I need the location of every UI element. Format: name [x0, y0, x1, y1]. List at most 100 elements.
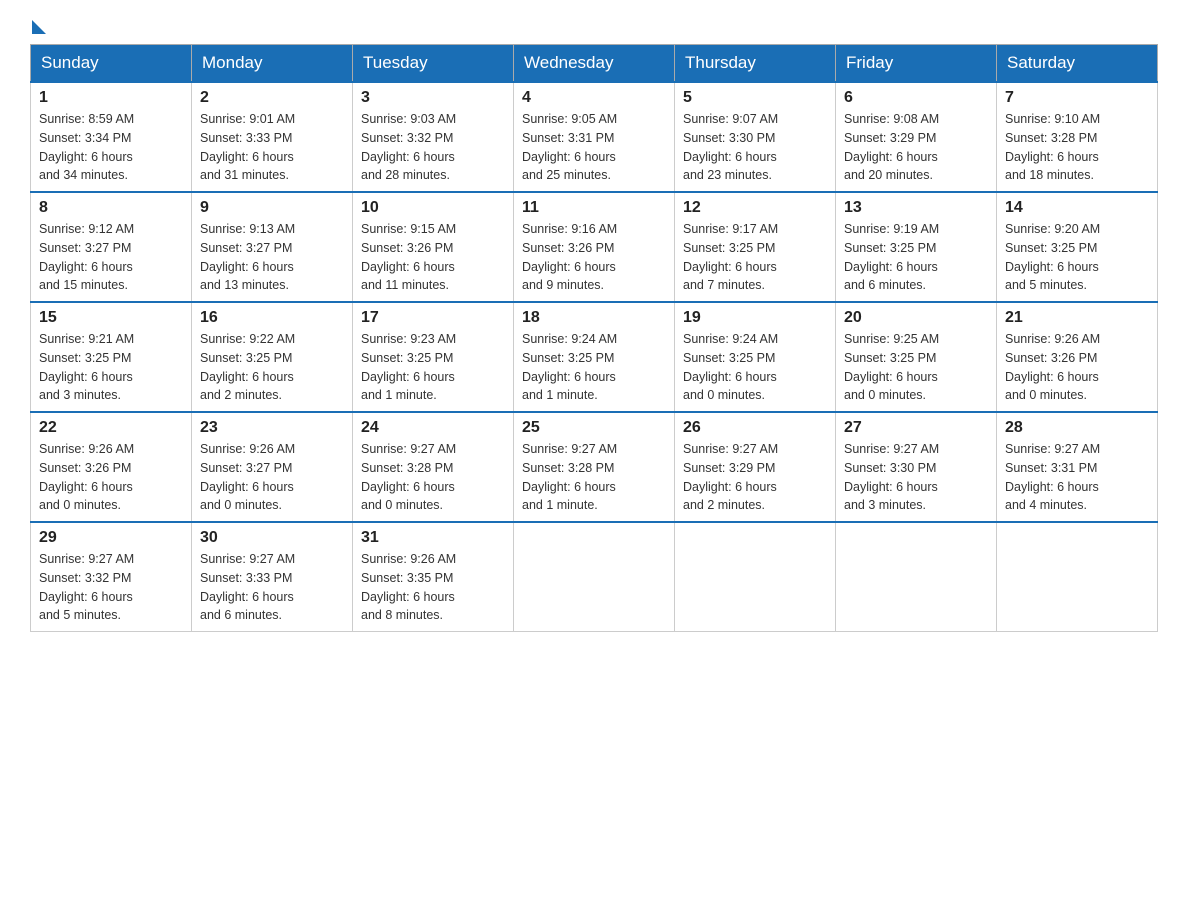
day-info: Sunrise: 9:24 AMSunset: 3:25 PMDaylight:…: [683, 330, 827, 405]
table-row: 1 Sunrise: 8:59 AMSunset: 3:34 PMDayligh…: [31, 82, 192, 192]
day-number: 9: [200, 199, 344, 217]
calendar-table: Sunday Monday Tuesday Wednesday Thursday…: [30, 44, 1158, 632]
day-number: 5: [683, 89, 827, 107]
table-row: 2 Sunrise: 9:01 AMSunset: 3:33 PMDayligh…: [192, 82, 353, 192]
day-number: 7: [1005, 89, 1149, 107]
day-number: 14: [1005, 199, 1149, 217]
calendar-week-row: 29 Sunrise: 9:27 AMSunset: 3:32 PMDaylig…: [31, 522, 1158, 632]
table-row: 12 Sunrise: 9:17 AMSunset: 3:25 PMDaylig…: [675, 192, 836, 302]
header-monday: Monday: [192, 45, 353, 83]
day-info: Sunrise: 9:22 AMSunset: 3:25 PMDaylight:…: [200, 330, 344, 405]
day-info: Sunrise: 9:21 AMSunset: 3:25 PMDaylight:…: [39, 330, 183, 405]
day-number: 12: [683, 199, 827, 217]
day-number: 31: [361, 529, 505, 547]
table-row: 30 Sunrise: 9:27 AMSunset: 3:33 PMDaylig…: [192, 522, 353, 632]
day-info: Sunrise: 9:26 AMSunset: 3:26 PMDaylight:…: [39, 440, 183, 515]
day-info: Sunrise: 9:27 AMSunset: 3:31 PMDaylight:…: [1005, 440, 1149, 515]
table-row: [514, 522, 675, 632]
day-info: Sunrise: 8:59 AMSunset: 3:34 PMDaylight:…: [39, 110, 183, 185]
header-friday: Friday: [836, 45, 997, 83]
logo-triangle-icon: [32, 20, 46, 34]
day-info: Sunrise: 9:27 AMSunset: 3:32 PMDaylight:…: [39, 550, 183, 625]
day-number: 24: [361, 419, 505, 437]
table-row: 4 Sunrise: 9:05 AMSunset: 3:31 PMDayligh…: [514, 82, 675, 192]
table-row: 28 Sunrise: 9:27 AMSunset: 3:31 PMDaylig…: [997, 412, 1158, 522]
day-number: 20: [844, 309, 988, 327]
day-info: Sunrise: 9:05 AMSunset: 3:31 PMDaylight:…: [522, 110, 666, 185]
header-sunday: Sunday: [31, 45, 192, 83]
day-number: 4: [522, 89, 666, 107]
table-row: 22 Sunrise: 9:26 AMSunset: 3:26 PMDaylig…: [31, 412, 192, 522]
day-info: Sunrise: 9:19 AMSunset: 3:25 PMDaylight:…: [844, 220, 988, 295]
day-info: Sunrise: 9:24 AMSunset: 3:25 PMDaylight:…: [522, 330, 666, 405]
table-row: 31 Sunrise: 9:26 AMSunset: 3:35 PMDaylig…: [353, 522, 514, 632]
day-number: 1: [39, 89, 183, 107]
day-number: 3: [361, 89, 505, 107]
day-number: 30: [200, 529, 344, 547]
day-info: Sunrise: 9:26 AMSunset: 3:26 PMDaylight:…: [1005, 330, 1149, 405]
table-row: 10 Sunrise: 9:15 AMSunset: 3:26 PMDaylig…: [353, 192, 514, 302]
table-row: 24 Sunrise: 9:27 AMSunset: 3:28 PMDaylig…: [353, 412, 514, 522]
day-number: 26: [683, 419, 827, 437]
day-info: Sunrise: 9:10 AMSunset: 3:28 PMDaylight:…: [1005, 110, 1149, 185]
day-number: 19: [683, 309, 827, 327]
header-thursday: Thursday: [675, 45, 836, 83]
day-info: Sunrise: 9:07 AMSunset: 3:30 PMDaylight:…: [683, 110, 827, 185]
day-number: 23: [200, 419, 344, 437]
day-info: Sunrise: 9:27 AMSunset: 3:33 PMDaylight:…: [200, 550, 344, 625]
day-number: 6: [844, 89, 988, 107]
day-number: 10: [361, 199, 505, 217]
day-info: Sunrise: 9:27 AMSunset: 3:29 PMDaylight:…: [683, 440, 827, 515]
day-number: 2: [200, 89, 344, 107]
page-header: [30, 20, 1158, 34]
day-number: 22: [39, 419, 183, 437]
table-row: [997, 522, 1158, 632]
table-row: 11 Sunrise: 9:16 AMSunset: 3:26 PMDaylig…: [514, 192, 675, 302]
table-row: [836, 522, 997, 632]
calendar-week-row: 8 Sunrise: 9:12 AMSunset: 3:27 PMDayligh…: [31, 192, 1158, 302]
day-info: Sunrise: 9:12 AMSunset: 3:27 PMDaylight:…: [39, 220, 183, 295]
table-row: 19 Sunrise: 9:24 AMSunset: 3:25 PMDaylig…: [675, 302, 836, 412]
day-number: 15: [39, 309, 183, 327]
day-info: Sunrise: 9:03 AMSunset: 3:32 PMDaylight:…: [361, 110, 505, 185]
table-row: 9 Sunrise: 9:13 AMSunset: 3:27 PMDayligh…: [192, 192, 353, 302]
table-row: 6 Sunrise: 9:08 AMSunset: 3:29 PMDayligh…: [836, 82, 997, 192]
day-number: 17: [361, 309, 505, 327]
calendar-week-row: 1 Sunrise: 8:59 AMSunset: 3:34 PMDayligh…: [31, 82, 1158, 192]
table-row: [675, 522, 836, 632]
day-number: 11: [522, 199, 666, 217]
table-row: 15 Sunrise: 9:21 AMSunset: 3:25 PMDaylig…: [31, 302, 192, 412]
table-row: 20 Sunrise: 9:25 AMSunset: 3:25 PMDaylig…: [836, 302, 997, 412]
day-info: Sunrise: 9:23 AMSunset: 3:25 PMDaylight:…: [361, 330, 505, 405]
day-info: Sunrise: 9:27 AMSunset: 3:28 PMDaylight:…: [522, 440, 666, 515]
day-number: 27: [844, 419, 988, 437]
header-wednesday: Wednesday: [514, 45, 675, 83]
table-row: 14 Sunrise: 9:20 AMSunset: 3:25 PMDaylig…: [997, 192, 1158, 302]
logo: [30, 20, 48, 34]
day-info: Sunrise: 9:27 AMSunset: 3:30 PMDaylight:…: [844, 440, 988, 515]
table-row: 27 Sunrise: 9:27 AMSunset: 3:30 PMDaylig…: [836, 412, 997, 522]
day-number: 18: [522, 309, 666, 327]
day-info: Sunrise: 9:13 AMSunset: 3:27 PMDaylight:…: [200, 220, 344, 295]
table-row: 21 Sunrise: 9:26 AMSunset: 3:26 PMDaylig…: [997, 302, 1158, 412]
day-info: Sunrise: 9:26 AMSunset: 3:27 PMDaylight:…: [200, 440, 344, 515]
table-row: 16 Sunrise: 9:22 AMSunset: 3:25 PMDaylig…: [192, 302, 353, 412]
header-tuesday: Tuesday: [353, 45, 514, 83]
table-row: 3 Sunrise: 9:03 AMSunset: 3:32 PMDayligh…: [353, 82, 514, 192]
day-number: 28: [1005, 419, 1149, 437]
day-info: Sunrise: 9:01 AMSunset: 3:33 PMDaylight:…: [200, 110, 344, 185]
table-row: 23 Sunrise: 9:26 AMSunset: 3:27 PMDaylig…: [192, 412, 353, 522]
table-row: 25 Sunrise: 9:27 AMSunset: 3:28 PMDaylig…: [514, 412, 675, 522]
calendar-week-row: 15 Sunrise: 9:21 AMSunset: 3:25 PMDaylig…: [31, 302, 1158, 412]
table-row: 13 Sunrise: 9:19 AMSunset: 3:25 PMDaylig…: [836, 192, 997, 302]
day-number: 13: [844, 199, 988, 217]
day-info: Sunrise: 9:15 AMSunset: 3:26 PMDaylight:…: [361, 220, 505, 295]
table-row: 29 Sunrise: 9:27 AMSunset: 3:32 PMDaylig…: [31, 522, 192, 632]
day-number: 29: [39, 529, 183, 547]
day-info: Sunrise: 9:08 AMSunset: 3:29 PMDaylight:…: [844, 110, 988, 185]
day-number: 25: [522, 419, 666, 437]
table-row: 5 Sunrise: 9:07 AMSunset: 3:30 PMDayligh…: [675, 82, 836, 192]
day-info: Sunrise: 9:26 AMSunset: 3:35 PMDaylight:…: [361, 550, 505, 625]
day-number: 16: [200, 309, 344, 327]
day-info: Sunrise: 9:16 AMSunset: 3:26 PMDaylight:…: [522, 220, 666, 295]
